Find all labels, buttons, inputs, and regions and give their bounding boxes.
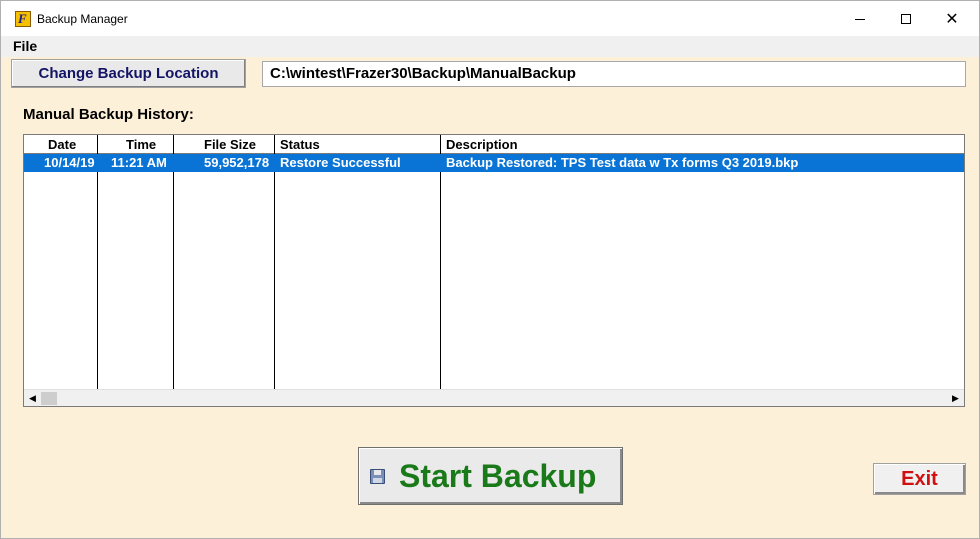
- column-divider: [173, 135, 174, 389]
- table-row[interactable]: 10/14/19 11:21 AM 59,952,178 Restore Suc…: [24, 154, 964, 172]
- maximize-icon: [901, 13, 911, 24]
- column-header-file-size[interactable]: File Size: [204, 135, 256, 154]
- floppy-disk-icon: [370, 469, 385, 484]
- scroll-thumb[interactable]: [41, 392, 57, 405]
- column-header-date[interactable]: Date: [48, 135, 76, 154]
- backup-history-table[interactable]: Date Time File Size Status Description 1…: [23, 134, 965, 407]
- window-title: Backup Manager: [37, 12, 128, 26]
- start-backup-label: Start Backup: [399, 458, 597, 494]
- close-button[interactable]: ✕: [929, 1, 975, 36]
- cell-description: Backup Restored: TPS Test data w Tx form…: [446, 155, 799, 170]
- app-icon: F: [15, 11, 31, 27]
- manual-backup-history-label: Manual Backup History:: [23, 106, 194, 123]
- backup-path-field[interactable]: C:\wintest\Frazer30\Backup\ManualBackup: [262, 61, 966, 87]
- horizontal-scrollbar[interactable]: ◀ ▶: [24, 389, 964, 406]
- scroll-right-icon[interactable]: ▶: [947, 390, 964, 406]
- exit-label: Exit: [901, 467, 938, 490]
- backup-manager-window: F Backup Manager ✕ File Change Backup Lo…: [0, 0, 980, 539]
- menu-bar: File: [1, 36, 979, 57]
- start-backup-button[interactable]: Start Backup: [358, 447, 623, 505]
- column-header-description[interactable]: Description: [446, 135, 518, 154]
- cell-time: 11:21 AM: [111, 155, 167, 170]
- exit-button[interactable]: Exit: [873, 463, 966, 495]
- cell-file-size: 59,952,178: [204, 155, 270, 170]
- column-divider: [274, 135, 275, 389]
- change-backup-location-button[interactable]: Change Backup Location: [11, 59, 246, 88]
- close-icon: ✕: [945, 8, 959, 28]
- minimize-icon: [855, 18, 865, 20]
- column-divider: [440, 135, 441, 389]
- minimize-button[interactable]: [837, 1, 883, 36]
- app-icon-glyph: F: [18, 11, 27, 26]
- maximize-button[interactable]: [883, 1, 929, 36]
- change-backup-location-label: Change Backup Location: [38, 65, 219, 82]
- table-header: Date Time File Size Status Description: [24, 135, 964, 154]
- column-header-status[interactable]: Status: [280, 135, 320, 154]
- column-header-time[interactable]: Time: [126, 135, 156, 154]
- cell-date: 10/14/19: [44, 155, 95, 170]
- cell-status: Restore Successful: [280, 155, 401, 170]
- title-bar[interactable]: F Backup Manager ✕: [1, 1, 979, 36]
- column-divider: [97, 135, 98, 389]
- scroll-left-icon[interactable]: ◀: [24, 390, 41, 406]
- menu-file[interactable]: File: [13, 38, 37, 54]
